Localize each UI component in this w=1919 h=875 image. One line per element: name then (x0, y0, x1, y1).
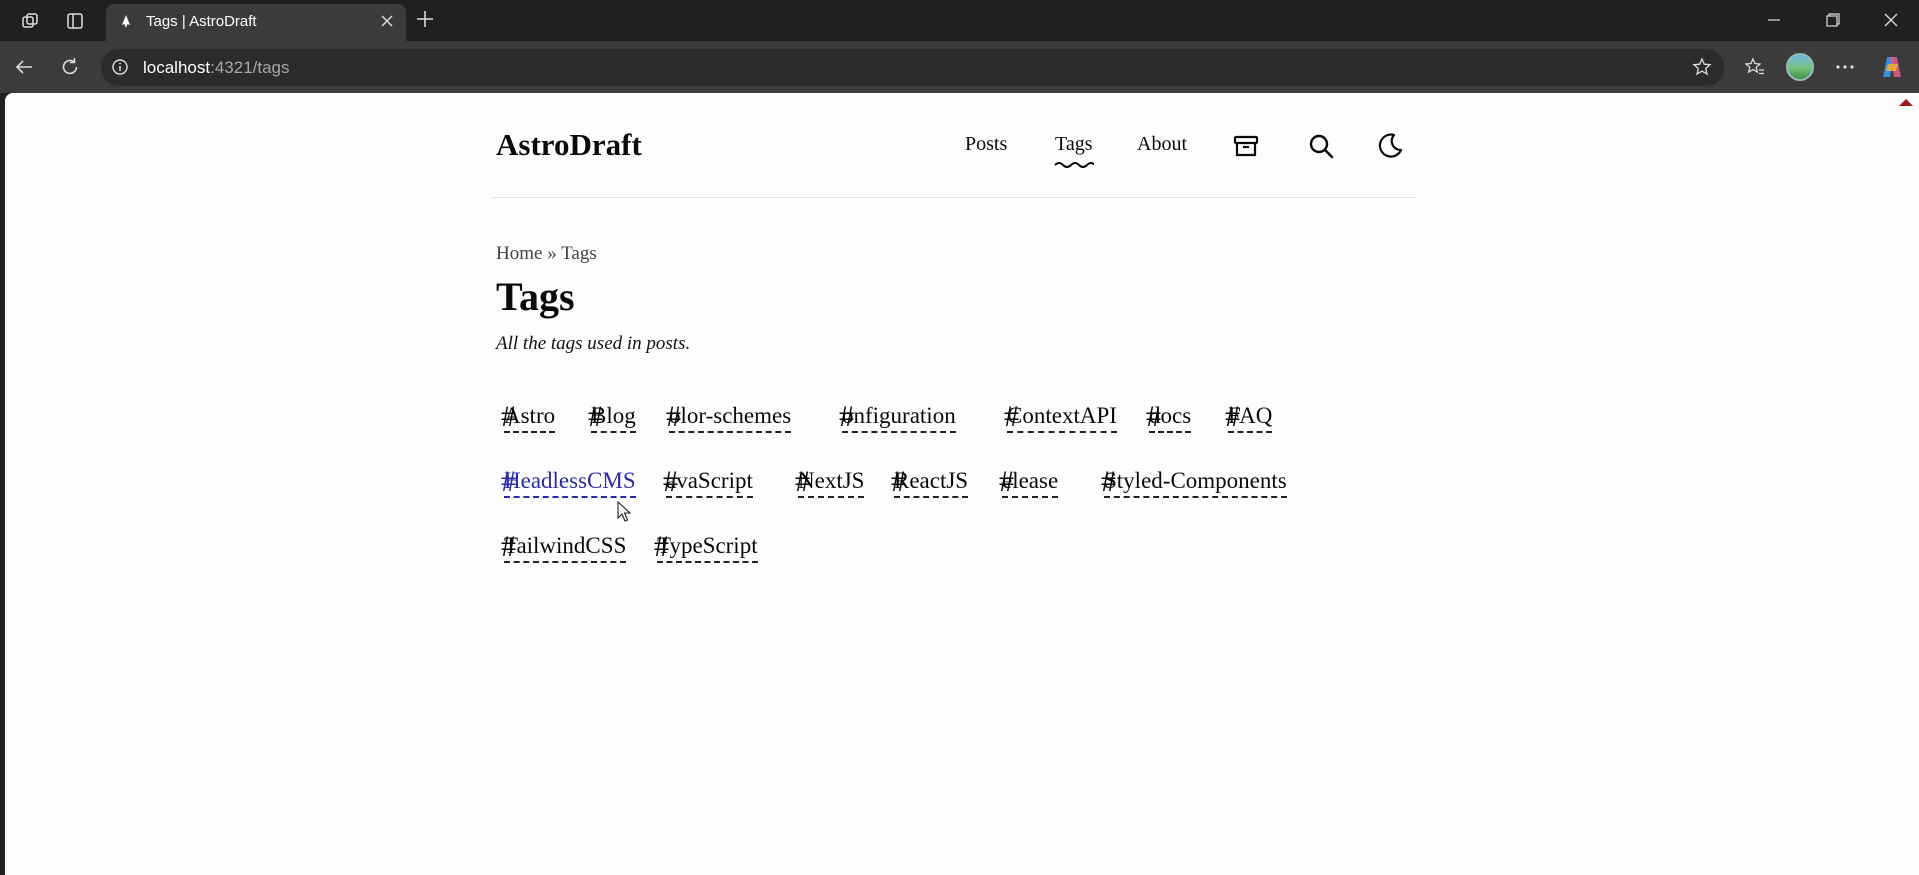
tag-tailwindcss[interactable]: # TailwindCSS (501, 529, 627, 563)
astro-favicon-icon (118, 14, 134, 35)
url-path: :4321/tags (210, 58, 290, 77)
address-toolbar: localhost:4321/tags (0, 41, 1919, 93)
tag-styled-components[interactable]: # Styled-Components (1101, 464, 1287, 498)
close-window-icon[interactable] (1881, 10, 1901, 30)
workspaces-icon[interactable] (17, 8, 43, 34)
tag-color-schemes[interactable]: # olor-schemes (666, 399, 792, 433)
close-tab-icon[interactable] (378, 12, 396, 35)
tag-label: Styled-Components (1104, 468, 1287, 498)
tag-configuration[interactable]: # onfiguration (839, 399, 956, 433)
tag-typescript[interactable]: # TypeScript (654, 529, 758, 563)
tag-label: olor-schemes (669, 403, 792, 433)
breadcrumb-home[interactable]: Home (496, 243, 542, 264)
more-options-icon[interactable] (1831, 53, 1859, 81)
scroll-up-arrow-icon[interactable] (1899, 99, 1913, 106)
search-icon[interactable] (1306, 131, 1336, 161)
nav-tags[interactable]: Tags (1054, 133, 1094, 168)
tag-contextapi[interactable]: # ContextAPI (1004, 399, 1117, 433)
tag-release[interactable]: # elease (999, 464, 1059, 498)
tag-label: avaScript (666, 468, 753, 498)
nav-tags-label: Tags (1055, 133, 1093, 155)
breadcrumb-current: Tags (561, 243, 597, 264)
minimize-icon[interactable] (1764, 10, 1784, 30)
page-viewport: AstroDraft Posts Tags About Home » Tags … (5, 93, 1919, 875)
tab-title: Tags | AstroDraft (146, 13, 257, 30)
refresh-icon[interactable] (58, 55, 82, 79)
tag-reactjs[interactable]: # ReactJS (891, 464, 969, 498)
tag-nextjs[interactable]: # NextJS (795, 464, 865, 498)
favorites-icon[interactable] (1741, 53, 1769, 81)
tag-docs[interactable]: # docs (1146, 399, 1192, 433)
mouse-pointer-icon (617, 500, 632, 528)
nav-about[interactable]: About (1137, 133, 1187, 156)
tag-label: TailwindCSS (504, 533, 627, 563)
site-container: AstroDraft Posts Tags About Home » Tags … (491, 93, 1416, 563)
tag-blog[interactable]: # Blog (588, 399, 636, 433)
tag-faq[interactable]: # FAQ (1225, 399, 1273, 433)
breadcrumb-separator: » (547, 243, 557, 264)
theme-toggle-moon-icon[interactable] (1375, 131, 1405, 161)
tag-label: TypeScript (657, 533, 758, 563)
tag-label: HeadlessCMS (504, 468, 636, 498)
browser-tab-bar: Tags | AstroDraft (0, 0, 1919, 41)
archive-icon[interactable] (1231, 131, 1261, 161)
site-header: AstroDraft Posts Tags About (491, 93, 1416, 198)
back-icon[interactable] (12, 55, 36, 79)
site-info-icon[interactable] (111, 58, 129, 81)
address-bar[interactable]: localhost:4321/tags (101, 49, 1724, 86)
page-title: Tags (496, 274, 575, 319)
tag-javascript[interactable]: # avaScript (663, 464, 753, 498)
active-squiggle-underline (1054, 162, 1094, 168)
tag-label: onfiguration (842, 403, 956, 433)
url-text: localhost:4321/tags (143, 58, 290, 78)
copilot-icon[interactable] (1878, 53, 1906, 81)
page-description: All the tags used in posts. (496, 333, 691, 354)
active-tab[interactable]: Tags | AstroDraft (106, 4, 406, 41)
profile-avatar[interactable] (1786, 53, 1814, 81)
tag-headlesscms[interactable]: # HeadlessCMS (501, 464, 636, 498)
breadcrumb: Home » Tags (496, 243, 597, 265)
tag-astro[interactable]: # Astro (501, 399, 556, 433)
url-host: localhost (143, 58, 211, 77)
nav-posts[interactable]: Posts (965, 133, 1007, 156)
vertical-tabs-icon[interactable] (62, 8, 88, 34)
restore-icon[interactable] (1823, 10, 1843, 30)
favorite-star-icon[interactable] (1692, 57, 1712, 82)
site-logo[interactable]: AstroDraft (496, 127, 642, 163)
tag-label: ContextAPI (1007, 403, 1117, 433)
new-tab-icon[interactable] (414, 8, 436, 35)
